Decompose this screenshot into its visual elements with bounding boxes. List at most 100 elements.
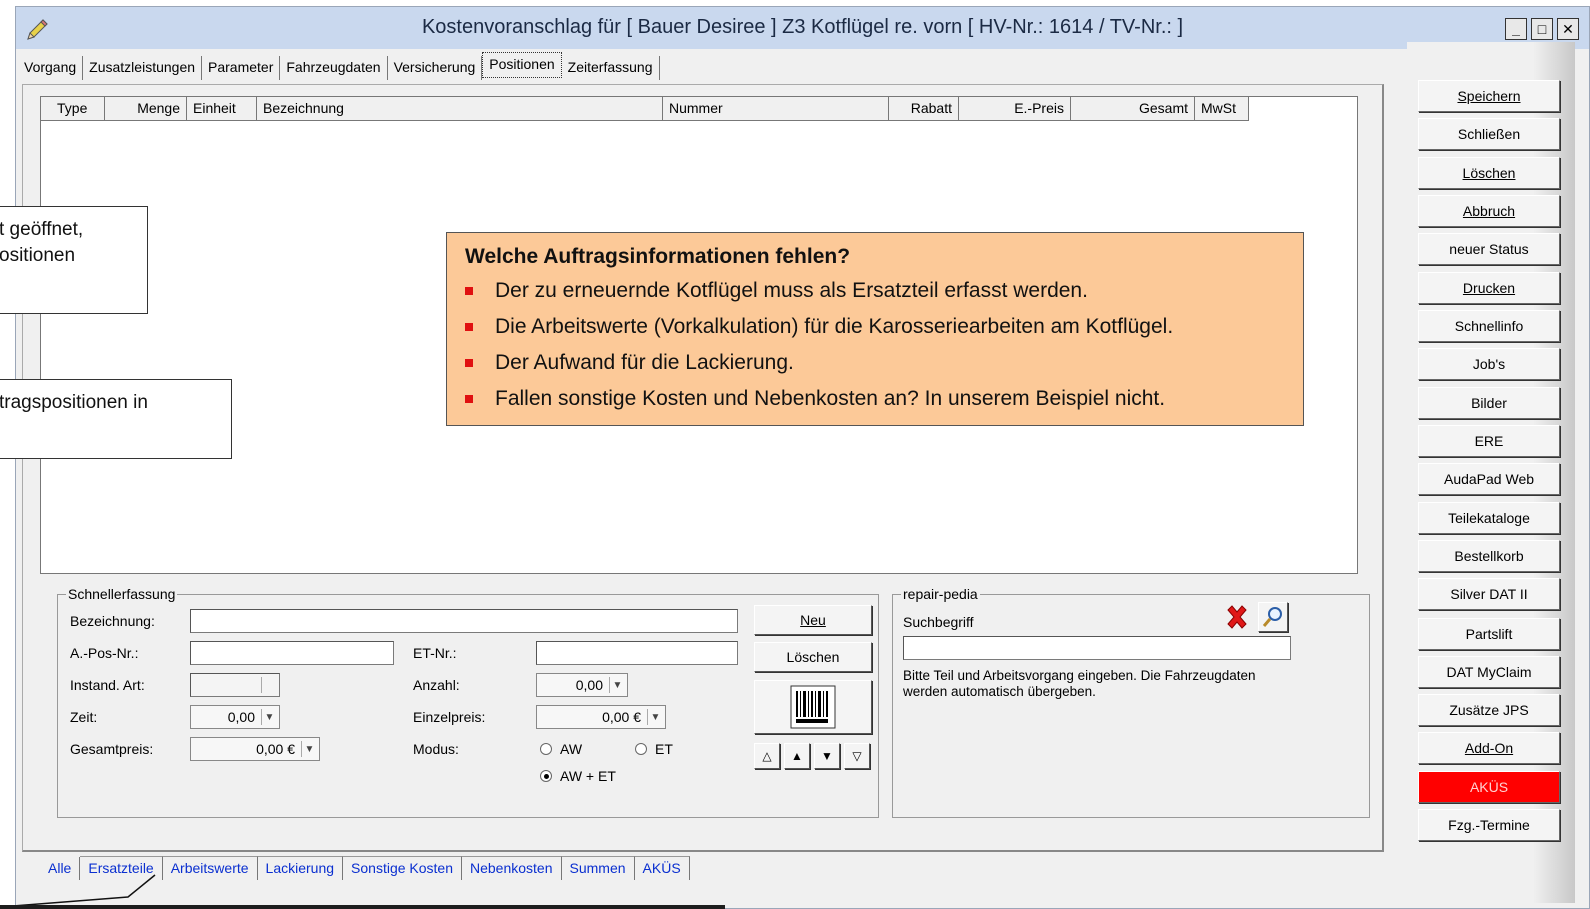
- silver-dat-button[interactable]: Silver DAT II: [1418, 578, 1560, 610]
- magnifier-icon: [1262, 607, 1282, 627]
- suchbegriff-input[interactable]: [903, 636, 1291, 660]
- col-rabatt[interactable]: Rabatt: [889, 97, 959, 121]
- move-top-button[interactable]: △: [754, 743, 780, 769]
- bullet-icon: [465, 323, 473, 331]
- schliessen-button[interactable]: Schließen: [1418, 118, 1560, 150]
- callout-item-text: Fallen sonstige Kosten und Nebenkosten a…: [495, 387, 1166, 410]
- col-nummer[interactable]: Nummer: [663, 97, 889, 121]
- callout-item: Der Aufwand für die Lackierung.: [465, 351, 1285, 375]
- bilder-button[interactable]: Bilder: [1418, 387, 1560, 419]
- neu-button[interactable]: Neu: [754, 605, 872, 635]
- tab-akues[interactable]: AKÜS: [634, 856, 690, 880]
- search-button[interactable]: [1258, 602, 1288, 632]
- chevron-down-icon[interactable]: ▼: [647, 709, 663, 725]
- bullet-icon: [465, 395, 473, 403]
- bestellkorb-button[interactable]: Bestellkorb: [1418, 540, 1560, 572]
- etnr-input[interactable]: [536, 641, 738, 665]
- teilekataloge-button[interactable]: Teilekataloge: [1418, 502, 1560, 534]
- chevron-down-icon[interactable]: ▼: [609, 677, 625, 693]
- tab-sonstige-kosten[interactable]: Sonstige Kosten: [343, 856, 462, 880]
- modus-radio-aw[interactable]: AW: [540, 741, 582, 757]
- tab-zeiterfassung[interactable]: Zeiterfassung: [562, 56, 660, 80]
- etnr-label: ET-Nr.:: [413, 645, 457, 661]
- gesamtpreis-stepper[interactable]: 0,00 € ▼: [190, 737, 320, 761]
- chevron-down-icon[interactable]: ▼: [301, 741, 317, 757]
- modus-et-label: ET: [655, 741, 673, 757]
- tab-fahrzeugdaten[interactable]: Fahrzeugdaten: [280, 56, 388, 80]
- jobs-button[interactable]: Job's: [1418, 348, 1560, 380]
- top-tab-bar: Vorgang Zusatzleistungen Parameter Fahrz…: [18, 52, 660, 80]
- repair-pedia-hint: Bitte Teil und Arbeitsvorgang eingeben. …: [903, 668, 1256, 699]
- ere-button[interactable]: ERE: [1418, 425, 1560, 457]
- col-menge[interactable]: Menge: [105, 97, 187, 121]
- chevron-down-icon[interactable]: ▼: [261, 709, 277, 725]
- einzelpreis-label: Einzelpreis:: [413, 709, 486, 725]
- col-mwst[interactable]: MwSt: [1195, 97, 1249, 121]
- speichern-button[interactable]: Speichern: [1418, 80, 1560, 112]
- modus-label: Modus:: [413, 741, 459, 757]
- tab-zusatzleistungen[interactable]: Zusatzleistungen: [83, 56, 203, 80]
- tab-versicherung[interactable]: Versicherung: [388, 56, 483, 80]
- bezeichnung-input[interactable]: [190, 609, 738, 633]
- add-on-button[interactable]: Add-On: [1418, 732, 1560, 764]
- maximize-button[interactable]: □: [1531, 18, 1553, 40]
- zeit-stepper[interactable]: 0,00 ▼: [190, 705, 280, 729]
- tab-lackierung[interactable]: Lackierung: [257, 856, 344, 880]
- einzelpreis-stepper[interactable]: 0,00 € ▼: [536, 705, 666, 729]
- partslift-button[interactable]: Partslift: [1418, 618, 1560, 650]
- barcode-button[interactable]: [754, 680, 872, 734]
- callout-pointer-line: [0, 874, 156, 908]
- apos-label: A.-Pos-Nr.:: [70, 645, 139, 661]
- dat-myclaim-button[interactable]: DAT MyClaim: [1418, 656, 1560, 688]
- red-x-icon: [1227, 605, 1247, 629]
- minimize-button[interactable]: _: [1505, 18, 1527, 40]
- col-einheit[interactable]: Einheit: [187, 97, 257, 121]
- akues-button[interactable]: AKÜS: [1418, 771, 1560, 803]
- move-bottom-button[interactable]: ▽: [844, 743, 870, 769]
- tab-positionen[interactable]: Positionen: [482, 52, 562, 78]
- radio-icon: [635, 743, 647, 755]
- clear-search-button[interactable]: [1222, 602, 1252, 632]
- annotation-note-1: t geöffnet, ositionen: [0, 206, 148, 314]
- title-bar: Kostenvoranschlag für [ Bauer Desiree ] …: [16, 7, 1589, 49]
- tab-nebenkosten[interactable]: Nebenkosten: [462, 856, 562, 880]
- zusaetze-jps-button[interactable]: Zusätze JPS: [1418, 694, 1560, 726]
- audapad-web-button[interactable]: AudaPad Web: [1418, 463, 1560, 495]
- col-bezeichnung[interactable]: Bezeichnung: [257, 97, 663, 121]
- schnellinfo-button[interactable]: Schnellinfo: [1418, 310, 1560, 342]
- radio-icon: [540, 743, 552, 755]
- bezeichnung-label: Bezeichnung:: [70, 613, 155, 629]
- barcode-icon: [790, 685, 836, 729]
- bottom-edge-bar: [0, 905, 725, 909]
- info-callout: Welche Auftragsinformationen fehlen? Der…: [446, 232, 1304, 426]
- tab-summen[interactable]: Summen: [561, 856, 635, 880]
- move-up-button[interactable]: ▲: [784, 743, 810, 769]
- col-epreis[interactable]: E.-Preis: [959, 97, 1071, 121]
- fzg-termine-button[interactable]: Fzg.-Termine: [1418, 809, 1560, 841]
- loeschen-button[interactable]: Löschen: [1418, 157, 1560, 189]
- close-button[interactable]: ✕: [1557, 18, 1579, 40]
- neuer-status-button[interactable]: neuer Status: [1418, 233, 1560, 265]
- apos-input[interactable]: [190, 641, 394, 665]
- tab-vorgang[interactable]: Vorgang: [18, 56, 84, 80]
- anzahl-stepper[interactable]: 0,00 ▼: [536, 673, 628, 697]
- abbruch-button[interactable]: Abbruch: [1418, 195, 1560, 227]
- triangle-down-outline-icon: ▽: [852, 749, 862, 763]
- modus-radio-et[interactable]: ET: [635, 741, 673, 757]
- triangle-down-icon: ▼: [821, 749, 833, 763]
- loeschen-position-button[interactable]: Löschen: [754, 642, 872, 672]
- repair-pedia-legend: repair-pedia: [901, 586, 980, 602]
- modus-radio-aw-et[interactable]: AW + ET: [540, 768, 616, 784]
- col-gesamt[interactable]: Gesamt: [1071, 97, 1195, 121]
- instand-select[interactable]: [190, 673, 280, 697]
- callout-item: Fallen sonstige Kosten und Nebenkosten a…: [465, 387, 1285, 411]
- col-type[interactable]: Type: [41, 97, 105, 121]
- tab-parameter[interactable]: Parameter: [202, 56, 281, 80]
- schnellerfassung-legend: Schnellerfassung: [66, 586, 178, 602]
- drucken-button[interactable]: Drucken: [1418, 272, 1560, 304]
- gesamtpreis-label: Gesamtpreis:: [70, 741, 154, 757]
- modus-aw-label: AW: [560, 741, 583, 757]
- callout-item: Die Arbeitswerte (Vorkalkulation) für di…: [465, 315, 1285, 339]
- callout-item: Der zu erneuernde Kotflügel muss als Ers…: [465, 279, 1285, 303]
- move-down-button[interactable]: ▼: [814, 743, 840, 769]
